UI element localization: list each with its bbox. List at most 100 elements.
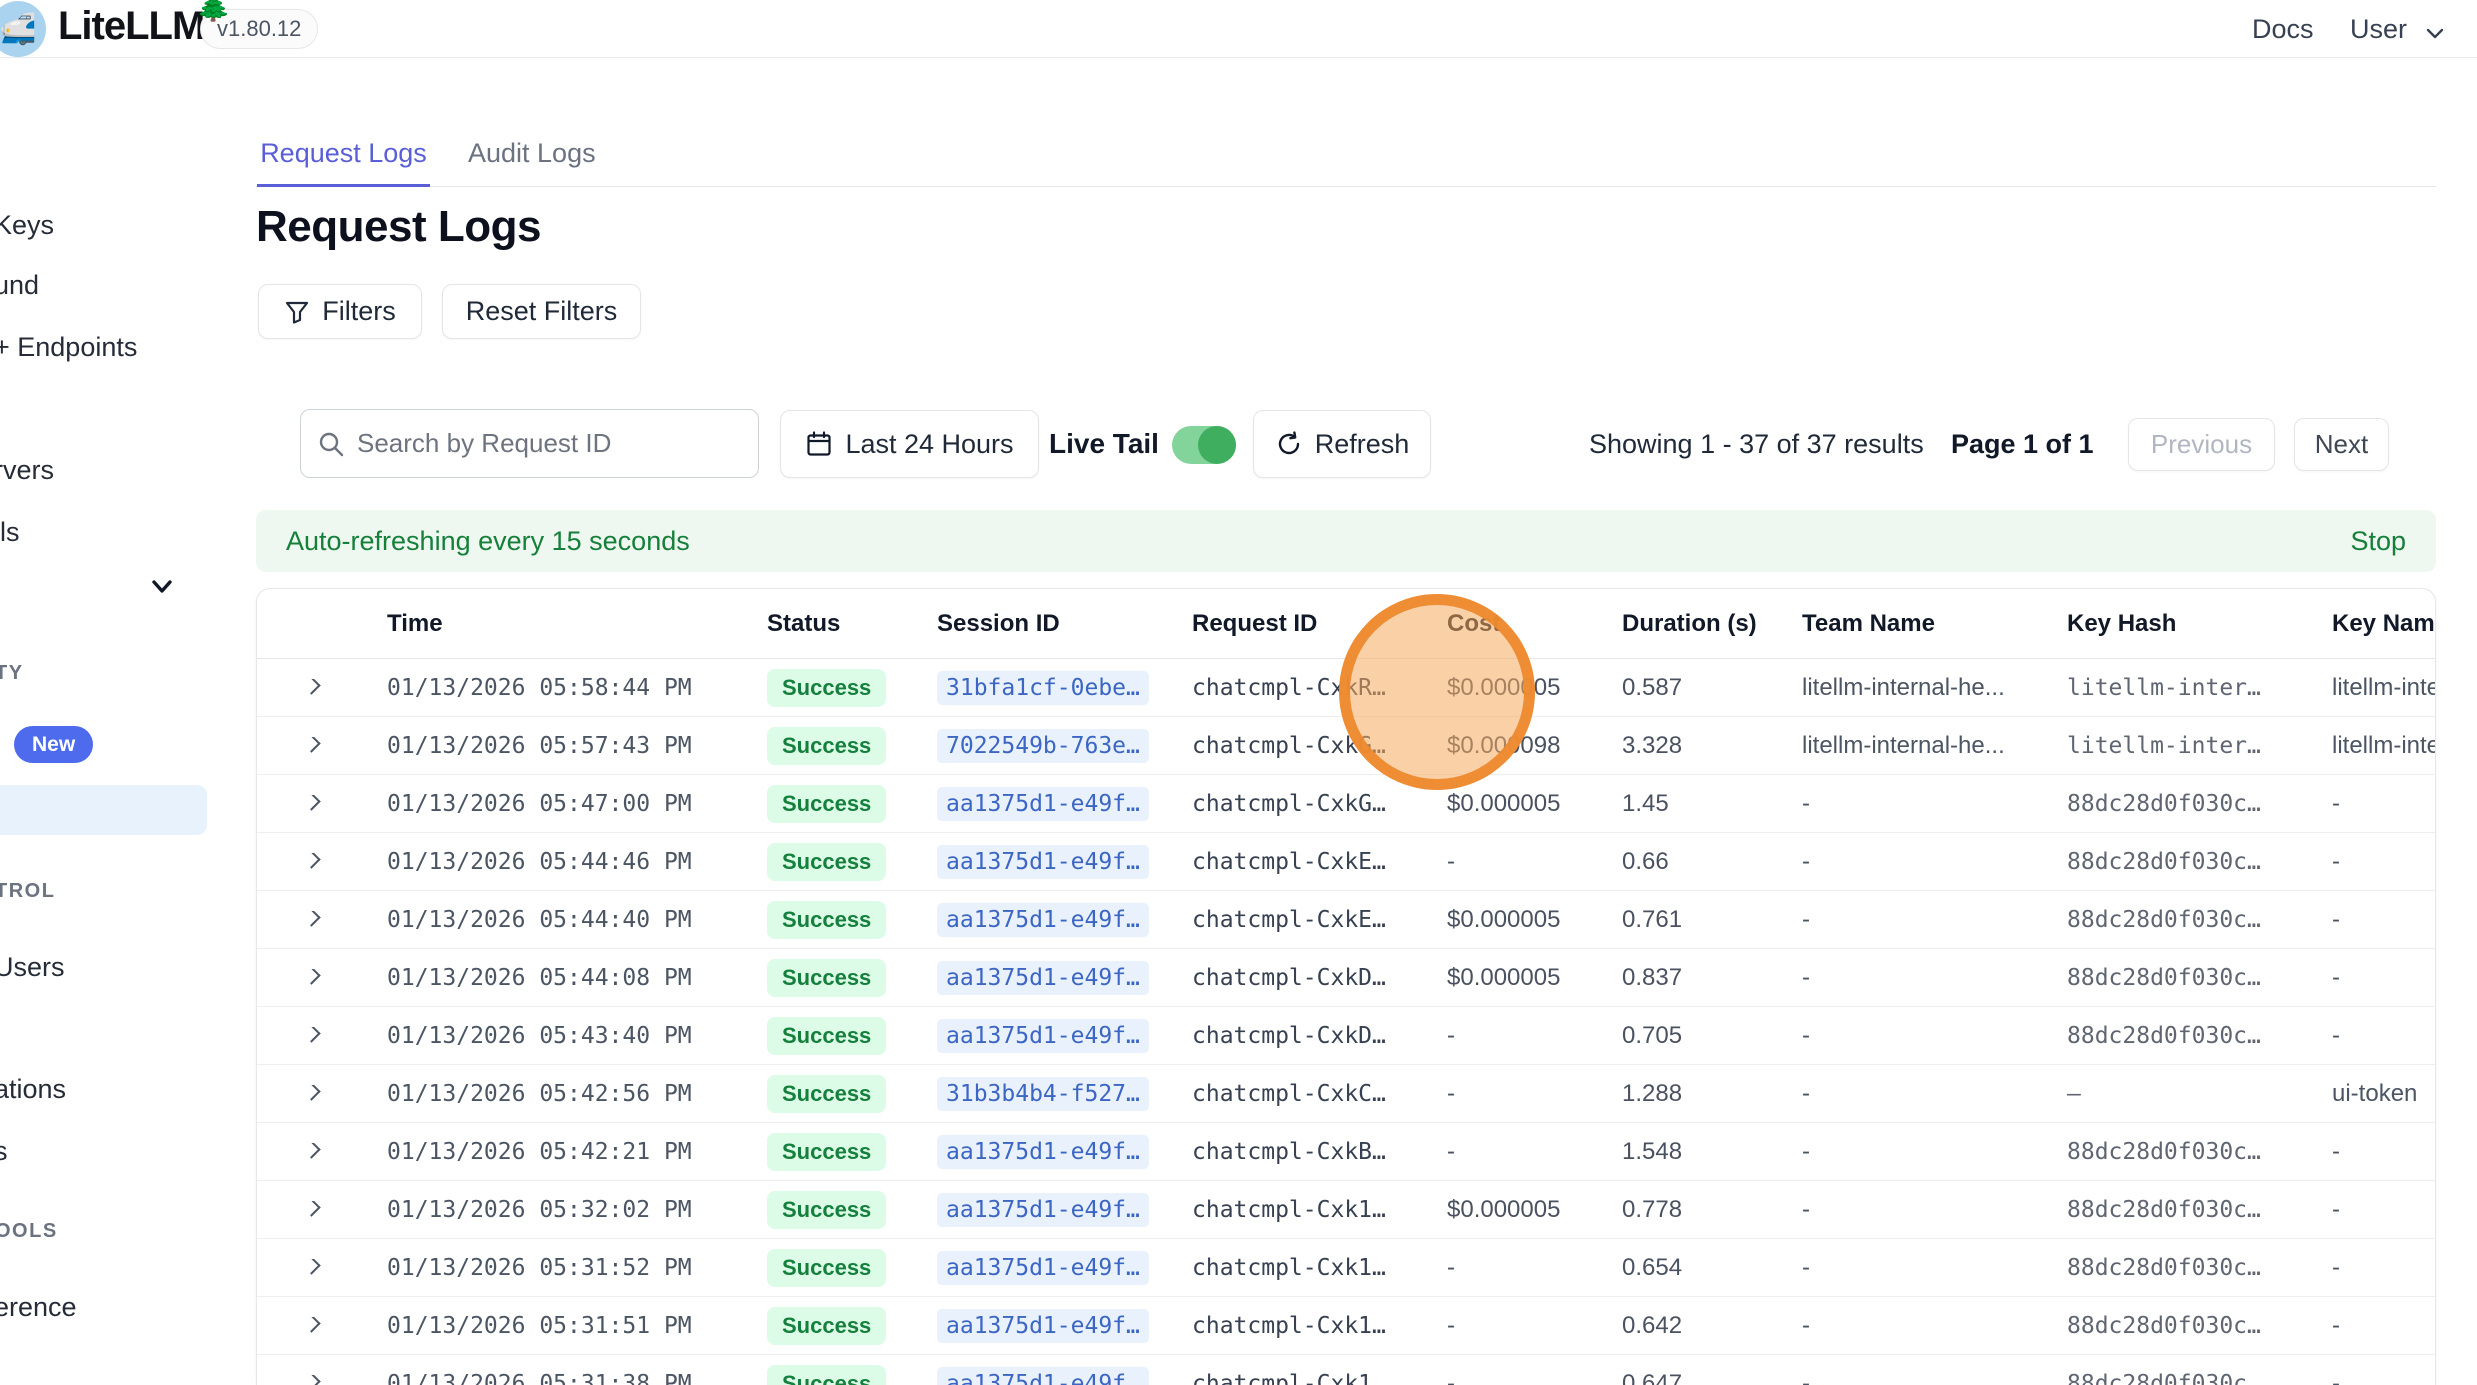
cell-duration: 1.548 — [1622, 1138, 1802, 1166]
sidebar-item-logs-active[interactable] — [0, 785, 207, 835]
next-button[interactable]: Next — [2294, 418, 2389, 471]
table-row[interactable]: 01/13/2026 05:47:00 PM Success aa1375d1-… — [257, 775, 2435, 833]
cell-key-name: - — [2332, 964, 2435, 992]
expand-row-chevron-icon[interactable] — [302, 1375, 320, 1385]
table-row[interactable]: 01/13/2026 05:42:56 PM Success 31b3b4b4-… — [257, 1065, 2435, 1123]
cell-team-name: litellm-internal-he... — [1802, 674, 2067, 702]
cell-team-name: - — [1802, 848, 2067, 876]
session-id-link[interactable]: aa1375d1-e49f… — [937, 903, 1149, 937]
sidebar-collapse-chevron-icon[interactable] — [148, 572, 176, 600]
sidebar-item-teams[interactable]: s — [0, 1136, 8, 1167]
stop-auto-refresh-button[interactable]: Stop — [2350, 526, 2406, 557]
expand-row-chevron-icon[interactable] — [302, 969, 320, 985]
table-row[interactable]: 01/13/2026 05:31:38 PM Success aa1375d1-… — [257, 1355, 2435, 1385]
sidebar-item-guardrails[interactable]: ils — [0, 517, 20, 548]
cell-key-name: - — [2332, 848, 2435, 876]
table-row[interactable]: 01/13/2026 05:31:51 PM Success aa1375d1-… — [257, 1297, 2435, 1355]
sidebar-item-api-reference[interactable]: erence — [0, 1292, 77, 1323]
session-id-link[interactable]: aa1375d1-e49f… — [937, 1367, 1149, 1385]
session-id-link[interactable]: aa1375d1-e49f… — [937, 961, 1149, 995]
cell-key-hash: 88dc28d0f030c… — [2067, 1371, 2332, 1385]
session-id-link[interactable]: aa1375d1-e49f… — [937, 1135, 1149, 1169]
table-row[interactable]: 01/13/2026 05:44:40 PM Success aa1375d1-… — [257, 891, 2435, 949]
expand-row-chevron-icon[interactable] — [302, 1085, 320, 1101]
expand-row-chevron-icon[interactable] — [302, 1027, 320, 1043]
status-badge: Success — [767, 1191, 886, 1229]
expand-row-chevron-icon[interactable] — [302, 1143, 320, 1159]
expand-row-chevron-icon[interactable] — [302, 795, 320, 811]
cell-cost: $0.000005 — [1447, 674, 1622, 702]
refresh-button[interactable]: Refresh — [1253, 410, 1431, 478]
reset-filters-button[interactable]: Reset Filters — [442, 284, 641, 339]
expand-row-chevron-icon[interactable] — [302, 1317, 320, 1333]
session-id-link[interactable]: aa1375d1-e49f… — [937, 787, 1149, 821]
cell-request-id: chatcmpl-CxkG… — [1192, 733, 1447, 759]
sidebar-item-organizations[interactable]: ations — [0, 1074, 66, 1105]
status-badge: Success — [767, 843, 886, 881]
expand-row-chevron-icon[interactable] — [302, 1259, 320, 1275]
sidebar-item-servers[interactable]: rvers — [0, 455, 54, 486]
chevron-down-icon[interactable] — [2424, 22, 2446, 44]
cell-cost: - — [1447, 1080, 1622, 1108]
cell-key-name: ui-token — [2332, 1080, 2435, 1108]
expand-row-chevron-icon[interactable] — [302, 679, 320, 695]
sidebar-item-keys[interactable]: Keys — [0, 210, 54, 241]
table-row[interactable]: 01/13/2026 05:32:02 PM Success aa1375d1-… — [257, 1181, 2435, 1239]
sidebar-item-playground[interactable]: und — [0, 270, 39, 301]
session-id-link[interactable]: aa1375d1-e49f… — [937, 1251, 1149, 1285]
cell-key-hash: 88dc28d0f030c… — [2067, 1197, 2332, 1223]
nav-user-menu[interactable]: User — [2350, 14, 2407, 45]
cell-key-name: - — [2332, 790, 2435, 818]
session-id-link[interactable]: 7022549b-763e… — [937, 729, 1149, 763]
session-id-link[interactable]: aa1375d1-e49f… — [937, 1019, 1149, 1053]
table-row[interactable]: 01/13/2026 05:42:21 PM Success aa1375d1-… — [257, 1123, 2435, 1181]
toggle-knob — [1198, 426, 1236, 464]
sidebar-section-access-control: TROL — [0, 880, 55, 903]
search-icon — [317, 430, 345, 458]
live-tail-toggle[interactable] — [1172, 426, 1236, 464]
session-id-link[interactable]: 31b3b4b4-f527… — [937, 1077, 1149, 1111]
sidebar-item-endpoints[interactable]: + Endpoints — [0, 332, 137, 363]
table-row[interactable]: 01/13/2026 05:44:46 PM Success aa1375d1-… — [257, 833, 2435, 891]
table-row[interactable]: 01/13/2026 05:31:52 PM Success aa1375d1-… — [257, 1239, 2435, 1297]
page-indicator: Page 1 of 1 — [1951, 429, 2094, 460]
nav-docs-link[interactable]: Docs — [2252, 14, 2314, 45]
cell-time: 01/13/2026 05:31:51 PM — [387, 1313, 767, 1339]
cell-key-hash: 88dc28d0f030c… — [2067, 907, 2332, 933]
filters-button[interactable]: Filters — [258, 284, 422, 339]
date-range-button[interactable]: Last 24 Hours — [780, 410, 1039, 478]
cell-request-id: chatcmpl-CxkG… — [1192, 791, 1447, 817]
cell-key-hash: 88dc28d0f030c… — [2067, 1139, 2332, 1165]
reset-filters-label: Reset Filters — [466, 296, 618, 327]
col-header-duration: Duration (s) — [1622, 610, 1802, 638]
expand-row-chevron-icon[interactable] — [302, 911, 320, 927]
cell-key-hash: 88dc28d0f030c… — [2067, 965, 2332, 991]
cell-duration: 0.778 — [1622, 1196, 1802, 1224]
table-row[interactable]: 01/13/2026 05:58:44 PM Success 31bfa1cf-… — [257, 659, 2435, 717]
table-row[interactable]: 01/13/2026 05:44:08 PM Success aa1375d1-… — [257, 949, 2435, 1007]
refresh-label: Refresh — [1315, 429, 1410, 460]
session-id-link[interactable]: aa1375d1-e49f… — [937, 1309, 1149, 1343]
cell-key-name: litellm-inte… — [2332, 732, 2435, 760]
previous-button[interactable]: Previous — [2128, 418, 2275, 471]
expand-row-chevron-icon[interactable] — [302, 737, 320, 753]
expand-row-chevron-icon[interactable] — [302, 1201, 320, 1217]
cell-team-name: - — [1802, 1196, 2067, 1224]
tab-audit-logs[interactable]: Audit Logs — [468, 138, 596, 187]
train-icon: 🚅 — [0, 12, 37, 47]
cell-time: 01/13/2026 05:58:44 PM — [387, 675, 767, 701]
table-row[interactable]: 01/13/2026 05:57:43 PM Success 7022549b-… — [257, 717, 2435, 775]
session-id-link[interactable]: aa1375d1-e49f… — [937, 1193, 1149, 1227]
session-id-link[interactable]: aa1375d1-e49f… — [937, 845, 1149, 879]
table-row[interactable]: 01/13/2026 05:43:40 PM Success aa1375d1-… — [257, 1007, 2435, 1065]
session-id-link[interactable]: 31bfa1cf-0ebe… — [937, 671, 1149, 705]
expand-row-chevron-icon[interactable] — [302, 853, 320, 869]
tab-request-logs[interactable]: Request Logs — [257, 138, 430, 187]
cell-duration: 0.647 — [1622, 1370, 1802, 1385]
new-badge: New — [14, 726, 93, 763]
col-header-team-name: Team Name — [1802, 610, 2067, 638]
search-input[interactable] — [357, 428, 742, 459]
sidebar-item-internal-users[interactable]: Users — [0, 952, 65, 983]
status-badge: Success — [767, 1133, 886, 1171]
cell-cost: - — [1447, 1022, 1622, 1050]
